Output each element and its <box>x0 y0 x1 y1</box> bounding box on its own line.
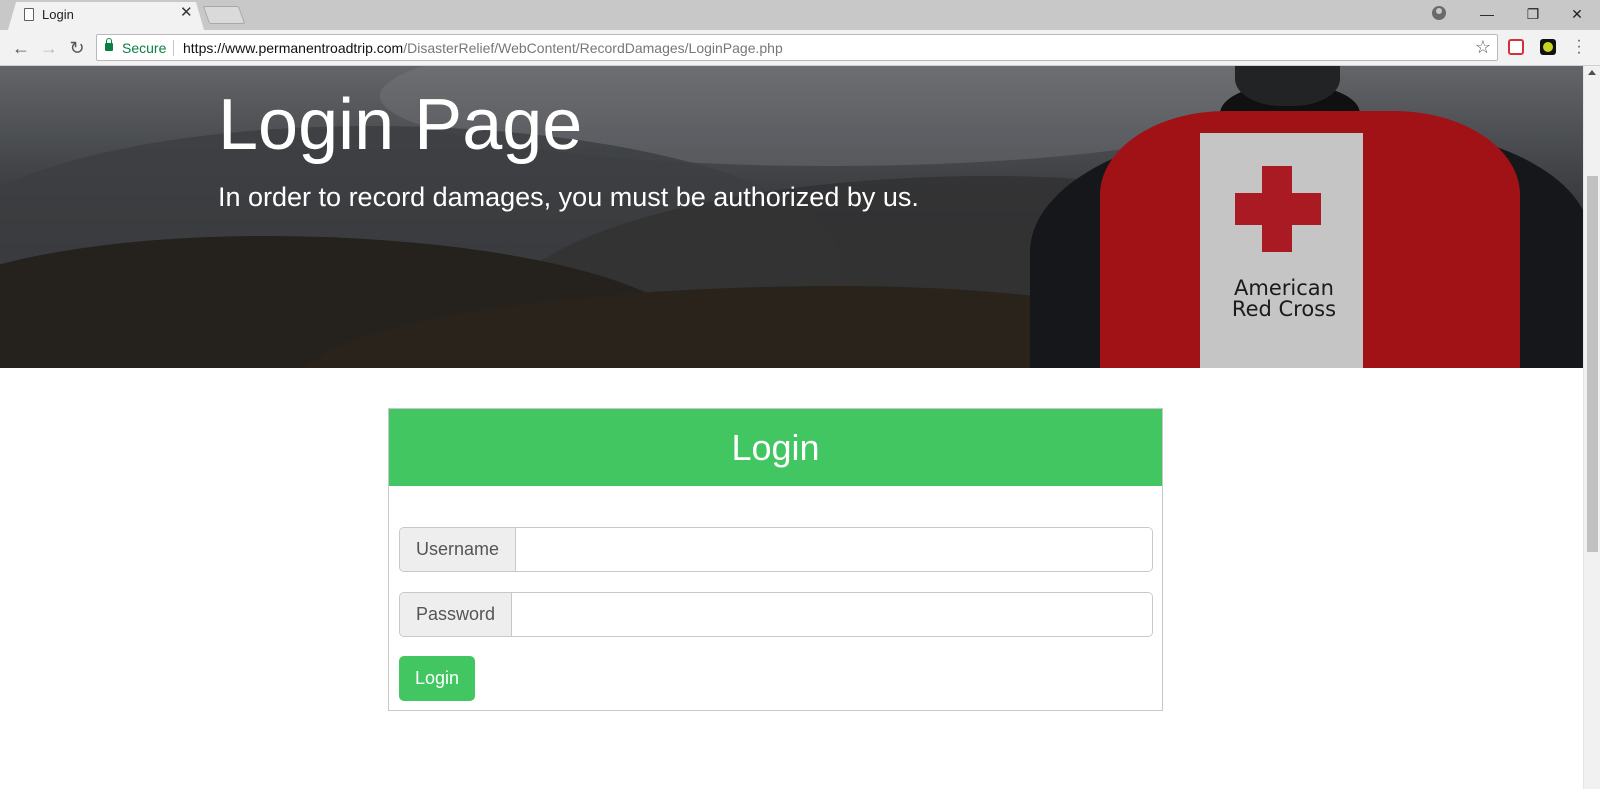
username-label: Username <box>400 528 517 571</box>
browser-tabstrip: Login ✕ — ❐ ✕ <box>0 0 1600 30</box>
page-icon <box>24 8 34 21</box>
page-scrollbar[interactable] <box>1583 66 1600 789</box>
page-subtitle: In order to record damages, you must be … <box>218 182 919 212</box>
login-button[interactable]: Login <box>399 656 475 701</box>
checker-extension-icon[interactable] <box>1540 39 1556 55</box>
browser-toolbar: ← → ↻ Secure https://www.permanentroadtr… <box>0 30 1600 66</box>
url-host: https://www.permanentroadtrip.com <box>183 40 404 56</box>
bookmark-star-icon[interactable]: ☆ <box>1475 37 1491 58</box>
password-group: Password <box>399 592 1153 637</box>
restore-button[interactable]: ❐ <box>1510 0 1556 28</box>
tab-title: Login <box>42 7 74 22</box>
page-viewport: American Red Cross Login Page In order to… <box>0 66 1583 789</box>
login-heading: Login <box>731 426 820 468</box>
forward-arrow-icon[interactable]: → <box>37 37 61 59</box>
scrollbar-thumb[interactable] <box>1587 176 1598 552</box>
url-text[interactable]: https://www.permanentroadtrip.com/Disast… <box>183 40 783 56</box>
login-panel-header: Login <box>389 409 1162 486</box>
page-title: Login Page <box>218 85 583 165</box>
password-label: Password <box>400 593 513 636</box>
pocket-extension-icon[interactable] <box>1508 39 1524 55</box>
close-window-button[interactable]: ✕ <box>1554 0 1600 28</box>
address-bar[interactable]: Secure https://www.permanentroadtrip.com… <box>96 34 1498 61</box>
new-tab-button[interactable] <box>202 6 246 24</box>
url-path: /DisasterRelief/WebContent/RecordDamages… <box>403 40 783 56</box>
reload-icon[interactable]: ↻ <box>65 37 89 59</box>
lock-icon <box>105 38 113 51</box>
profile-icon[interactable] <box>1432 6 1446 20</box>
password-input[interactable] <box>512 593 1152 636</box>
secure-label: Secure <box>122 40 167 56</box>
close-tab-icon[interactable]: ✕ <box>180 5 193 21</box>
hero-banner: American Red Cross Login Page In order to… <box>0 66 1583 368</box>
browser-menu-icon[interactable]: · · · <box>1574 33 1584 61</box>
minimize-button[interactable]: — <box>1464 0 1510 28</box>
username-group: Username <box>399 527 1153 572</box>
back-arrow-icon[interactable]: ← <box>9 37 33 59</box>
address-divider <box>173 40 174 56</box>
username-input[interactable] <box>516 528 1152 571</box>
browser-tab[interactable] <box>8 2 204 30</box>
login-panel: Login Username Password Login <box>388 408 1163 711</box>
scroll-up-arrow-icon[interactable] <box>1588 70 1596 75</box>
